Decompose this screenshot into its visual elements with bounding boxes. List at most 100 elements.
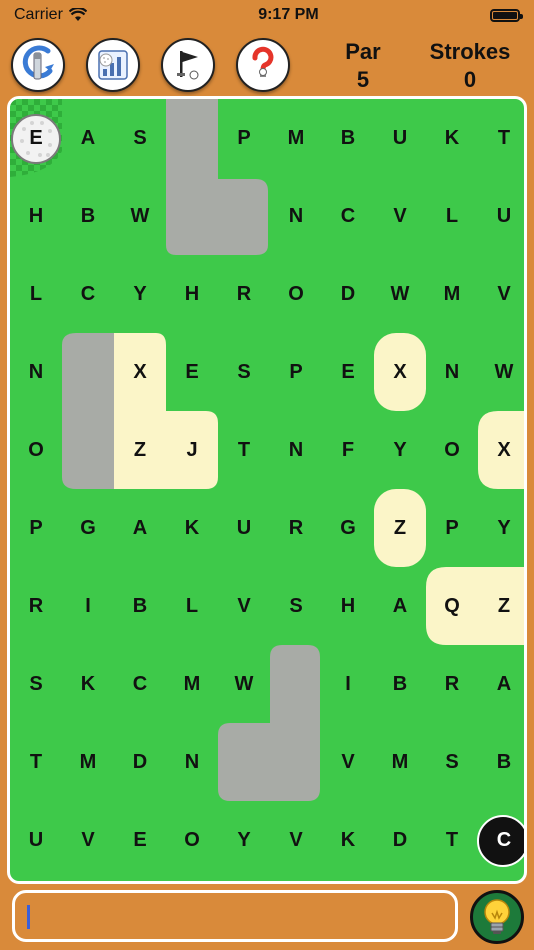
grid-letter[interactable]: M [62, 723, 114, 801]
grid-letter[interactable]: K [322, 801, 374, 879]
grid-letter[interactable]: W [374, 255, 426, 333]
grid-letter[interactable]: C [62, 255, 114, 333]
grid-letter[interactable]: M [166, 645, 218, 723]
grid-letter[interactable]: C [114, 645, 166, 723]
grid-letter[interactable]: S [218, 333, 270, 411]
grid-letter[interactable]: Z [114, 411, 166, 489]
grid-letter[interactable]: W [218, 645, 270, 723]
grid-letter[interactable]: K [426, 99, 478, 177]
grid-letter[interactable]: O [10, 411, 62, 489]
grid-letter[interactable]: D [374, 801, 426, 879]
grid-letter[interactable]: Y [478, 489, 524, 567]
stats-button[interactable] [86, 38, 140, 92]
grid-letter[interactable]: O [270, 255, 322, 333]
golf-swing-button[interactable] [11, 38, 65, 92]
grid-letter[interactable]: T [10, 723, 62, 801]
grid-letter[interactable]: B [114, 567, 166, 645]
grid-letter[interactable]: U [10, 801, 62, 879]
grid-letter[interactable]: X [374, 333, 426, 411]
grid-letter[interactable]: B [62, 177, 114, 255]
grid-letter[interactable]: T [426, 801, 478, 879]
grid-letter[interactable]: U [478, 177, 524, 255]
grid-letter[interactable]: V [270, 801, 322, 879]
grid-letter[interactable]: S [10, 645, 62, 723]
grid-letter[interactable]: M [374, 723, 426, 801]
grid-letter[interactable]: K [166, 489, 218, 567]
grid-letter[interactable]: V [218, 567, 270, 645]
grid-letter[interactable]: A [62, 99, 114, 177]
grid-letter[interactable]: N [166, 723, 218, 801]
grid-letter[interactable]: U [374, 99, 426, 177]
grid-letter[interactable]: X [114, 333, 166, 411]
grid-letter[interactable]: U [218, 489, 270, 567]
grid-letter[interactable]: S [114, 99, 166, 177]
grid-letter[interactable]: R [10, 567, 62, 645]
grid-letter[interactable]: M [270, 99, 322, 177]
grid-letter[interactable]: S [270, 567, 322, 645]
grid-letter[interactable]: Q [426, 567, 478, 645]
grid-letter[interactable]: G [62, 489, 114, 567]
grid-letter[interactable]: Z [478, 567, 524, 645]
grid-letter[interactable]: H [322, 567, 374, 645]
grid-letter[interactable]: L [166, 567, 218, 645]
grid-letter[interactable]: G [322, 489, 374, 567]
grid-letter[interactable]: R [270, 489, 322, 567]
grid-letter[interactable]: N [426, 333, 478, 411]
grid-letter[interactable]: P [270, 333, 322, 411]
grid-letter[interactable]: V [322, 723, 374, 801]
grid-letter[interactable]: A [114, 489, 166, 567]
grid-letter[interactable]: S [426, 723, 478, 801]
grid-letter[interactable]: A [374, 567, 426, 645]
strokes-value: 0 [463, 67, 477, 92]
grid-letter[interactable]: K [62, 645, 114, 723]
grid-letter[interactable]: V [374, 177, 426, 255]
grid-letter[interactable]: B [374, 645, 426, 723]
grid-letter[interactable]: C [478, 801, 524, 879]
grid-letter[interactable]: O [166, 801, 218, 879]
grid-letter[interactable]: F [322, 411, 374, 489]
grid-letter[interactable]: W [114, 177, 166, 255]
grid-letter[interactable]: J [166, 411, 218, 489]
grid-letter[interactable]: N [10, 333, 62, 411]
grid-letter[interactable]: H [10, 177, 62, 255]
grid-letter[interactable]: R [218, 255, 270, 333]
help-button[interactable] [236, 38, 290, 92]
grid-letter[interactable]: P [10, 489, 62, 567]
grid-letter[interactable]: Y [218, 801, 270, 879]
word-input[interactable] [12, 890, 458, 942]
grid-letter[interactable]: A [478, 645, 524, 723]
grid-letter[interactable]: E [10, 99, 62, 177]
grid-letter[interactable]: E [166, 333, 218, 411]
grid-letter[interactable]: P [426, 489, 478, 567]
grid-letter[interactable]: T [218, 411, 270, 489]
hint-button[interactable] [470, 890, 524, 944]
grid-letter[interactable]: L [10, 255, 62, 333]
grid-letter[interactable]: B [322, 99, 374, 177]
grid-letter[interactable]: Z [374, 489, 426, 567]
grid-letter[interactable]: V [62, 801, 114, 879]
grid-letter[interactable]: R [426, 645, 478, 723]
grid-letter[interactable]: W [478, 333, 524, 411]
grid-letter[interactable]: N [270, 177, 322, 255]
grid-letter[interactable]: H [166, 255, 218, 333]
grid-letter[interactable]: B [478, 723, 524, 801]
grid-letter[interactable]: Y [374, 411, 426, 489]
grid-letter[interactable]: C [322, 177, 374, 255]
grid-letter[interactable]: E [114, 801, 166, 879]
grid-letter[interactable]: O [426, 411, 478, 489]
grid-letter[interactable]: P [218, 99, 270, 177]
golf-flag-button[interactable] [161, 38, 215, 92]
grid-letter[interactable]: X [478, 411, 524, 489]
grid-letter[interactable]: M [426, 255, 478, 333]
grid-letter[interactable]: D [114, 723, 166, 801]
grid-letter[interactable]: T [478, 99, 524, 177]
grid-letter[interactable]: Y [114, 255, 166, 333]
grid-letter[interactable]: V [478, 255, 524, 333]
grid-letter[interactable]: I [62, 567, 114, 645]
grid-letter[interactable]: E [322, 333, 374, 411]
status-bar: Carrier 9:17 PM [0, 0, 534, 30]
grid-letter[interactable]: D [322, 255, 374, 333]
grid-letter[interactable]: N [270, 411, 322, 489]
grid-letter[interactable]: L [426, 177, 478, 255]
grid-letter[interactable]: I [322, 645, 374, 723]
